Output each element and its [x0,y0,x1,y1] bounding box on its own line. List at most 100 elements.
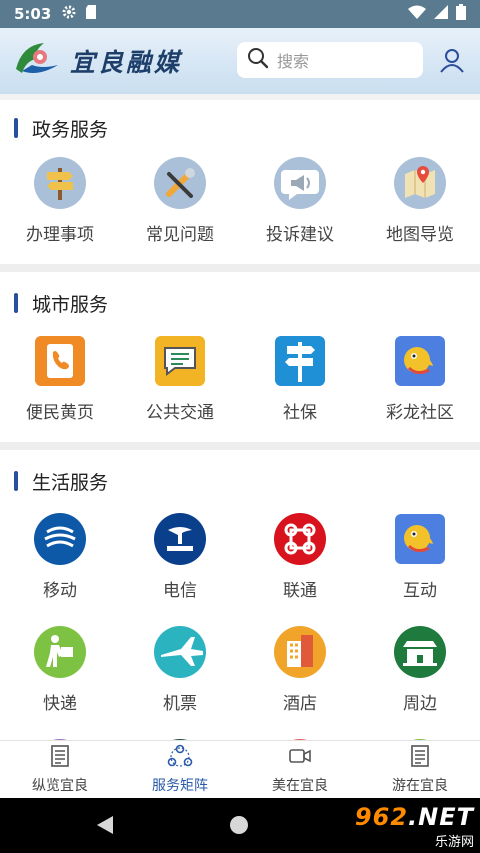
search-placeholder: 搜索 [277,52,310,71]
section-accent-bar [14,118,18,138]
service-label: 社保 [283,403,317,423]
service-label: 机票 [163,694,197,714]
megaphone-icon [273,156,327,210]
section-government-services: 政务服务 办理事项 常见问题 投诉建议 地图导览 [0,94,480,264]
nav-item-beauty[interactable]: 美在宜良 [240,741,360,798]
service-label: 快递 [43,694,77,714]
airplane-icon [153,625,207,679]
nav-item-service-matrix[interactable]: 服务矩阵 [120,741,240,798]
signal-icon [434,5,448,23]
nav-label: 游在宜良 [392,778,448,794]
watermark-logo: 962.NET [355,803,474,831]
dragon-icon [393,512,447,566]
search-box[interactable]: 搜索 [237,42,423,78]
logo-text: 宜良融媒 [70,48,183,77]
section-title-text: 城市服务 [32,293,109,316]
service-item[interactable]: 便民黄页 [0,334,120,442]
nav-label: 美在宜良 [272,778,328,794]
tools-icon [153,156,207,210]
service-item[interactable]: 周边 [360,625,480,738]
wifi-icon [408,5,426,23]
news-icon [408,744,432,772]
service-label: 酒店 [283,694,317,714]
section-life-services: 生活服务 移动 电信 联通 互动 快递 机票 酒店 周边 [0,450,480,740]
service-content[interactable]: 政务服务 办理事项 常见问题 投诉建议 地图导览 城市服务 便民黄页 公共交通 … [0,94,480,740]
service-label: 彩龙社区 [386,403,454,423]
service-label: 电信 [163,581,197,601]
service-item[interactable]: 互动 [360,512,480,625]
watermark: 962.NET 乐游网 [338,802,474,850]
service-item[interactable]: 彩龙社区 [360,334,480,442]
video-icon [288,744,312,772]
news-icon [48,744,72,772]
section-title-text: 生活服务 [32,471,109,494]
section-title: 城市服务 [0,272,480,334]
service-label: 便民黄页 [26,403,94,423]
service-label: 常见问题 [146,225,214,245]
service-label: 联通 [283,581,317,601]
signpost-icon [33,156,87,210]
service-item[interactable]: 公共交通 [120,334,240,442]
section-city-services: 城市服务 便民黄页 公共交通 社保 彩龙社区 [0,272,480,442]
service-grid: 便民黄页 公共交通 社保 彩龙社区 [0,334,480,442]
app-header: 宜良融媒 搜索 [0,28,480,94]
landmark-icon [393,625,447,679]
back-icon[interactable] [95,814,115,840]
direction-sign-icon [273,334,327,388]
service-item[interactable]: 办理事项 [0,156,120,264]
service-item[interactable]: 移动 [0,512,120,625]
section-accent-bar [14,471,18,491]
home-icon[interactable] [230,816,248,834]
nav-item-travel[interactable]: 游在宜良 [360,741,480,798]
service-item[interactable]: 投诉建议 [240,156,360,264]
watermark-subtext: 乐游网 [434,834,474,850]
service-item[interactable]: 电信 [120,512,240,625]
section-divider [0,442,480,450]
service-label: 公共交通 [146,403,214,423]
service-item[interactable]: 社保 [240,334,360,442]
china-mobile-icon [33,512,87,566]
app-logo: 宜良融媒 [12,39,222,83]
service-item[interactable]: 酒店 [240,625,360,738]
network-icon [167,744,193,772]
section-title: 政务服务 [0,100,480,156]
service-item[interactable]: 机票 [120,625,240,738]
service-grid: 移动 电信 联通 互动 快递 机票 酒店 周边 [0,512,480,740]
message-icon [153,334,207,388]
dragon-icon [393,334,447,388]
status-bar: 5:03 [0,0,480,28]
service-item[interactable]: 快递 [0,625,120,738]
section-title: 生活服务 [0,450,480,512]
nav-label: 服务矩阵 [152,778,208,794]
watermark-number: 962 [354,802,409,831]
battery-icon [456,4,466,24]
search-icon [247,47,269,73]
service-label: 周边 [403,694,437,714]
settings-icon [61,4,77,24]
service-label: 地图导览 [386,225,454,245]
section-divider [0,264,480,272]
bottom-navigation: 纵览宜良 服务矩阵 美在宜良 游在宜良 [0,740,480,798]
service-item[interactable]: 常见问题 [120,156,240,264]
section-accent-bar [14,293,18,313]
user-icon [438,49,466,78]
user-profile-button[interactable] [438,46,466,74]
phonebook-icon [33,334,87,388]
service-label: 办理事项 [26,225,94,245]
courier-icon [33,625,87,679]
status-time: 5:03 [14,5,52,23]
nav-label: 纵览宜良 [32,778,88,794]
service-item[interactable]: 联通 [240,512,360,625]
watermark-suffix: .NET [408,802,474,831]
sd-card-icon [85,4,97,24]
service-label: 互动 [403,581,437,601]
nav-item-overview[interactable]: 纵览宜良 [0,741,120,798]
section-title-text: 政务服务 [32,118,109,141]
logo-mark-icon [12,39,64,83]
service-item[interactable]: 地图导览 [360,156,480,264]
service-grid: 办理事项 常见问题 投诉建议 地图导览 [0,156,480,264]
map-icon [393,156,447,210]
service-label: 投诉建议 [266,225,334,245]
service-label: 移动 [43,581,77,601]
china-unicom-icon [273,512,327,566]
